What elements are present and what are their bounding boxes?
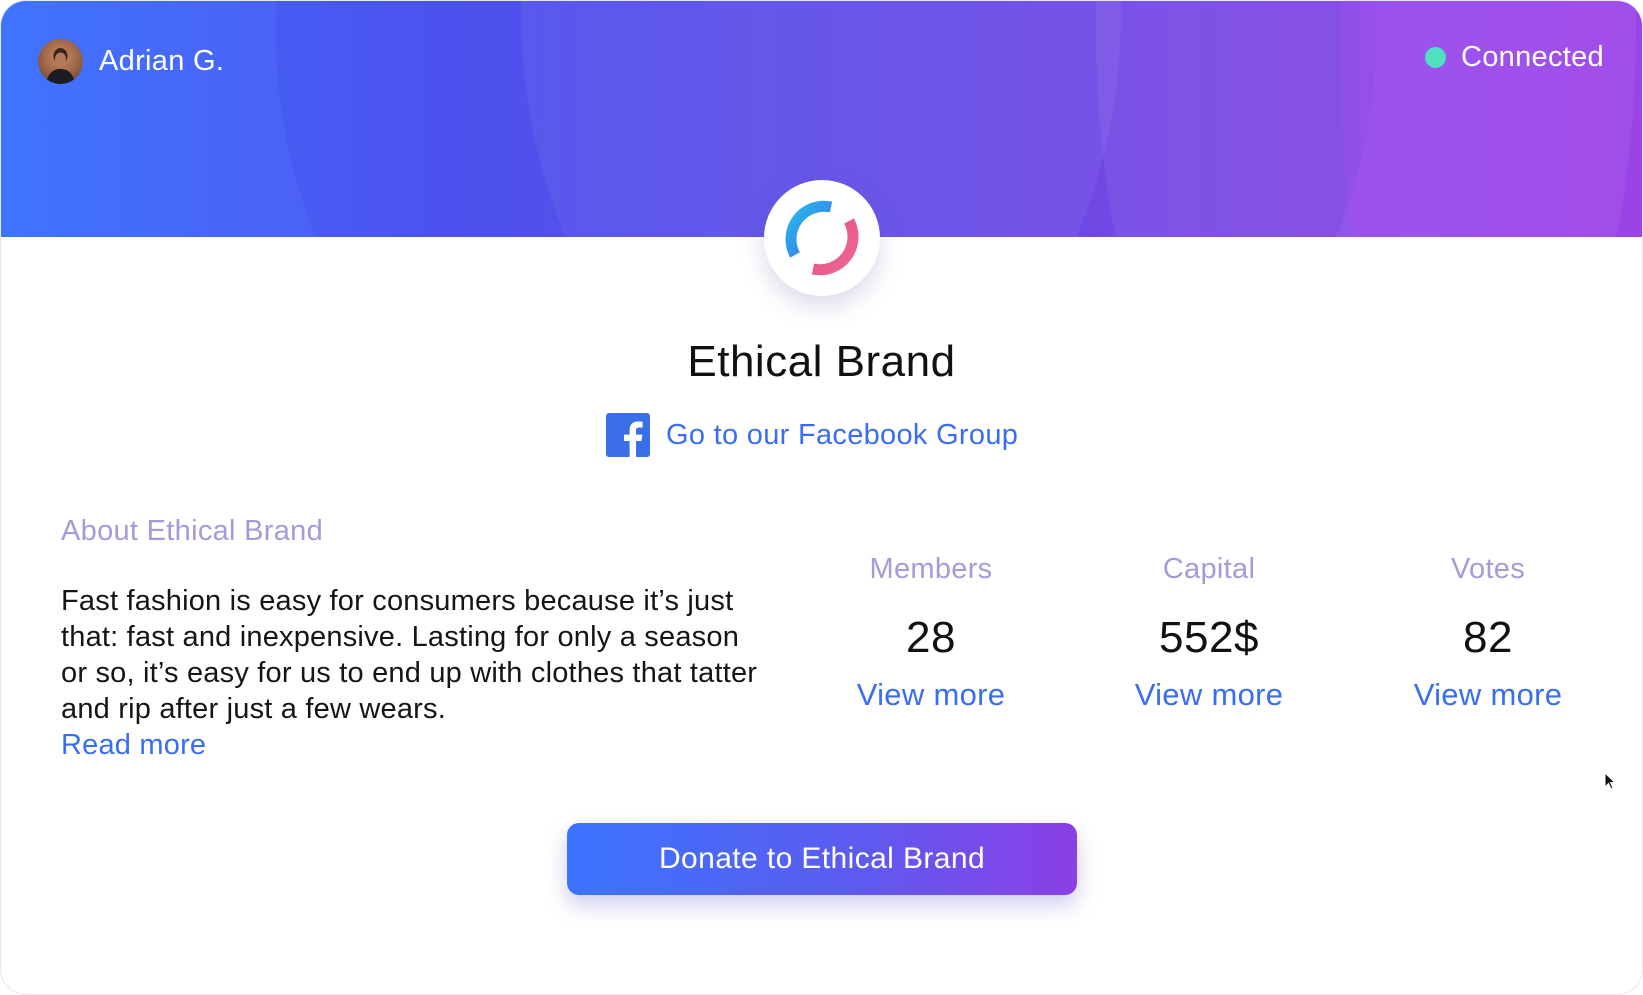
stat-label: Capital — [1162, 553, 1256, 585]
stat-value: 28 — [906, 613, 956, 662]
user-name[interactable]: Adrian G. — [99, 45, 224, 78]
ring-logo-icon — [785, 200, 859, 276]
facebook-icon — [606, 413, 650, 457]
about-text: Fast fashion is easy for consumers becau… — [61, 585, 758, 725]
stat-members: Members 28 View more — [806, 553, 1056, 713]
brand-title: Ethical Brand — [687, 337, 956, 386]
brand-logo — [764, 180, 880, 296]
about-heading: About Ethical Brand — [61, 515, 324, 547]
brand-card: Adrian G. Connected Ethical Brand Go to … — [0, 0, 1643, 995]
members-view-more-link[interactable]: View more — [806, 677, 1056, 713]
facebook-group-link[interactable]: Go to our Facebook Group — [606, 413, 1018, 457]
stat-capital: Capital 552$ View more — [1084, 553, 1334, 713]
mouse-cursor-icon — [1604, 772, 1617, 790]
connection-status: Connected — [1425, 37, 1604, 77]
about-description: Fast fashion is easy for consumers becau… — [61, 583, 761, 763]
status-label: Connected — [1461, 40, 1604, 73]
read-more-link[interactable]: Read more — [61, 727, 761, 763]
stat-label: Members — [869, 553, 993, 585]
stat-value: 82 — [1463, 613, 1513, 662]
user-avatar-icon — [46, 47, 75, 84]
stat-value: 552$ — [1159, 613, 1259, 662]
avatar[interactable] — [38, 38, 83, 84]
stat-label: Votes — [1450, 553, 1526, 585]
user-profile[interactable]: Adrian G. — [38, 38, 224, 84]
votes-view-more-link[interactable]: View more — [1363, 677, 1613, 713]
capital-view-more-link[interactable]: View more — [1084, 677, 1334, 713]
donate-button[interactable]: Donate to Ethical Brand — [567, 823, 1077, 895]
facebook-link-label[interactable]: Go to our Facebook Group — [666, 419, 1018, 452]
stat-votes: Votes 82 View more — [1363, 553, 1613, 713]
status-dot-icon — [1425, 46, 1447, 68]
